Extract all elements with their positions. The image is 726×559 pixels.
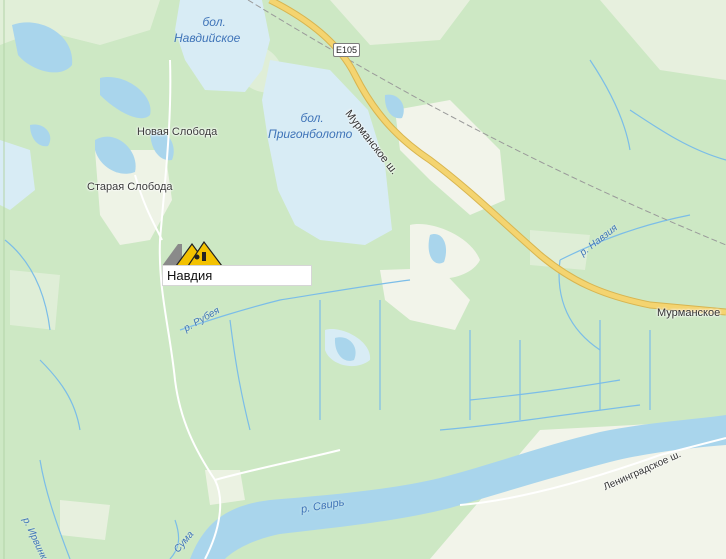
bog-name: Пригонболото: [268, 127, 353, 141]
bog-prigonboloto-label: бол. Пригонболото: [268, 110, 352, 142]
route-shield-e105: E105: [333, 43, 361, 57]
bog-prefix: бол.: [300, 111, 324, 125]
poi-label[interactable]: Навдия: [162, 265, 312, 286]
place-novaya-sloboda[interactable]: Новая Слобода: [137, 126, 217, 138]
bog-prefix: бол.: [202, 15, 226, 29]
place-staraya-sloboda[interactable]: Старая Слобода: [87, 181, 173, 193]
bog-name: Навдийское: [174, 31, 241, 45]
bog-navdiyskoe-label: бол. Навдийское: [174, 14, 240, 46]
map-view[interactable]: бол. Навдийское бол. Пригонболото Новая …: [0, 0, 726, 559]
construction-icon: [162, 240, 223, 266]
road-label-murmansk-right: Мурманское: [657, 307, 721, 319]
